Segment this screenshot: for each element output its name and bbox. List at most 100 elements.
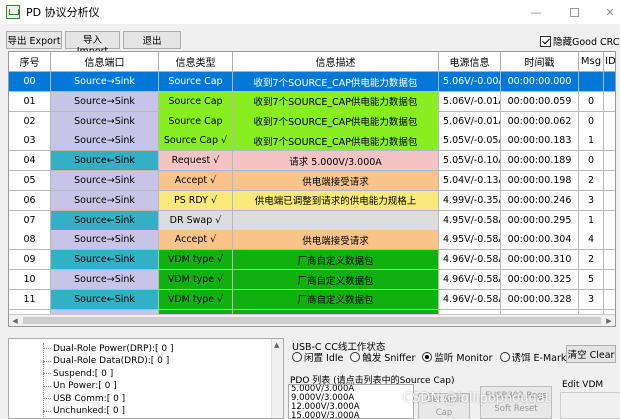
table-row[interactable]: 05 Source→Sink Accept √ 供电端接受请求 5.04V/-0.13A… [9,171,615,191]
cell-desc: 供电端已调整到请求的供电能力规格上 [233,190,439,211]
close-button[interactable]: ✕ [592,0,620,24]
cell-id [604,230,615,251]
edit-vdm-group [560,392,620,419]
tree-item[interactable]: Suspend:[ 0 ] [43,368,113,379]
tree-item[interactable]: Un Power:[ 0 ] [43,381,117,392]
cell-type: VDM type √ [159,289,233,310]
tree-item[interactable]: Dual-Role Data(DRD):[ 0 ] [43,356,169,367]
table-row[interactable]: 01 Source→Sink Source Cap 收到7个SOURCE_CAP供电能… [9,91,615,112]
cell-no: 06 [9,190,51,211]
scroll-right-icon[interactable]: ▶ [603,315,615,326]
maximize-button[interactable] [556,0,592,24]
scroll-left-icon[interactable]: ◀ [9,315,21,326]
radio-monitor[interactable]: 监听 Monitor [422,350,493,364]
cell-port: Source←Sink [51,289,159,310]
radio-label: 监听 Monitor [434,353,493,364]
cell-msg: 0 [579,111,604,132]
window-title: PD 协议分析仪 [26,6,100,19]
col-header-port[interactable]: 信息端口 [51,52,159,72]
app-icon [6,5,20,19]
exit-button[interactable]: 退出 [123,31,181,49]
col-header-timestamp[interactable]: 时间戳 [501,52,579,72]
col-header-desc[interactable]: 信息描述 [233,52,439,72]
cell-id [604,250,615,271]
get-sink-cap-button[interactable]: Get Sink Cap [418,393,470,419]
radio-dot-icon[interactable] [350,352,361,362]
pdo-list[interactable]: 5.000V/3.000A 9.000V/3.000A 12.000V/3.000A… [288,384,414,419]
import-button[interactable]: 导入 Import [65,31,120,57]
cell-msg [579,72,604,92]
radio-label: 触发 Sniffer [362,353,416,364]
tree-item[interactable]: Unchunked:[ 0 ] [43,406,125,417]
scroll-up-icon[interactable]: ▲ [274,341,279,349]
table-row[interactable]: 04 Source←Sink Request √ 请求 5.000V/3.000A 5.… [9,151,615,172]
tree-item[interactable]: USB Comm:[ 0 ] [43,393,125,404]
cell-no: 07 [9,210,51,231]
radio-dot-icon[interactable] [422,352,433,362]
cell-id [604,131,615,152]
radio-dot-icon[interactable] [292,352,302,362]
radio-idle[interactable]: 闲置 Idle [292,350,343,364]
hide-good-crc-checkbox[interactable]: 隐藏Good CRC消 [540,34,620,48]
col-header-msg[interactable]: Msg [579,52,604,72]
radio-sniffer[interactable]: 触发 Sniffer [350,350,415,364]
cell-power: 4.96V/-0.58A [439,250,501,271]
table-row[interactable]: 07 Source←Sink DR Swap √ 4.95V/-0.58A 00:00:… [9,210,615,231]
hide-good-crc-label: 隐藏Good CRC消 [553,37,620,48]
cell-port: Source→Sink [51,131,159,152]
cell-power: 5.06V/-0.01A [439,91,501,112]
cell-type: Source Cap √ [159,131,233,152]
cell-msg: 1 [579,210,604,231]
close-icon: ✕ [605,5,615,19]
message-table: 序号 信息端口 信息类型 信息描述 电源信息 时间戳 Msg ID 00 Source→Sink… [8,51,616,327]
minimize-button[interactable]: — [518,0,554,24]
horizontal-scrollbar[interactable]: ◀ ▶ [9,314,615,326]
cell-no: 11 [9,289,51,310]
fusb302-regs-button[interactable]: FUSB302 Regs Soft Reset [480,386,552,419]
radio-emarker[interactable]: 诱饵 E-Marker [499,350,576,364]
cell-desc [233,210,439,231]
cell-power: 4.96V/-0.58A [439,270,501,290]
col-header-index[interactable]: 序号 [9,52,51,72]
col-header-power[interactable]: 电源信息 [439,52,501,72]
table-row[interactable]: 08 Source→Sink Accept √ 供电端接受请求 4.95V/-0.58A… [9,230,615,251]
cell-desc: 收到7个SOURCE_CAP供电能力数据包 [233,72,439,92]
table-row[interactable]: 00 Source→Sink Source Cap 收到7个SOURCE_CAP供电能… [9,72,615,92]
cell-msg: 2 [579,250,604,271]
table-row[interactable]: 03 Source→Sink Source Cap √ 收到7个SOURCE_CAP供… [9,131,615,152]
cell-type: VDM type √ [159,250,233,271]
cell-type: Accept √ [159,171,233,191]
cell-id [604,72,615,92]
cell-port: Source←Sink [51,210,159,231]
cell-port: Source→Sink [51,111,159,132]
col-header-type[interactable]: 信息类型 [159,52,233,72]
cell-power: 5.04V/-0.13A [439,171,501,191]
cell-desc: 厂商自定义数据包 [233,250,439,271]
cell-time: 00:00:00.325 [501,270,579,290]
export-button[interactable]: 导出 Export [6,31,62,49]
tree-scrollbar[interactable]: ▲ [271,339,283,418]
tree-item[interactable]: Dual-Role Power(DRP):[ 0 ] [43,343,174,354]
cell-msg: 2 [579,171,604,191]
table-row[interactable]: 06 Source→Sink PS RDY √ 供电端已调整到请求的供电能力规格上 4.… [9,190,615,211]
cell-time: 00:00:00.183 [501,131,579,152]
table-row[interactable]: 10 Source→Sink VDM type √ 厂商自定义数据包 4.96V/-0.… [9,270,615,290]
clear-button[interactable]: 清空 Clear [566,345,616,363]
col-header-id[interactable]: ID [604,52,615,72]
radio-dot-icon[interactable] [499,352,510,362]
table-row[interactable]: 11 Source←Sink VDM type √ 厂商自定义数据包 4.96V/-0.… [9,289,615,310]
cell-time: 00:00:00.198 [501,171,579,191]
cell-type: Source Cap [159,91,233,112]
cell-id [604,171,615,191]
checkbox-check-icon[interactable] [540,35,551,47]
cell-no: 01 [9,91,51,112]
table-row[interactable]: 09 Source←Sink VDM type √ 厂商自定义数据包 4.96V/-0.… [9,250,615,271]
cell-port: Source→Sink [51,230,159,251]
cell-id [604,289,615,310]
cell-no: 05 [9,171,51,191]
pdo-item[interactable]: 15.000V/3.000A [289,412,413,419]
tree-item-label: Dual-Role Power(DRP):[ 0 ] [53,343,174,354]
scroll-thumb[interactable] [23,317,601,324]
table-row[interactable]: 02 Source→Sink Source Cap 收到7个SOURCE_CAP供电能… [9,111,615,132]
cell-time: 00:00:00.246 [501,190,579,211]
